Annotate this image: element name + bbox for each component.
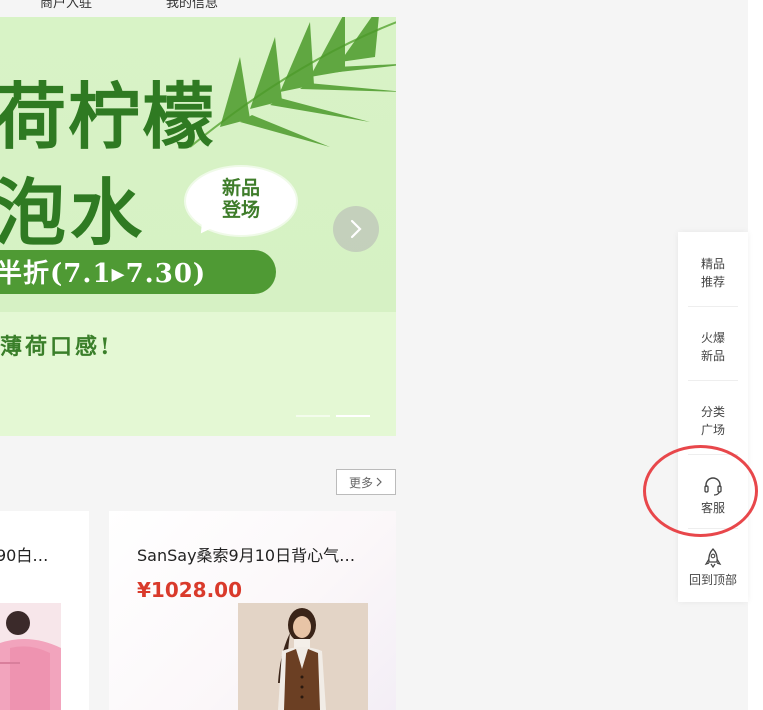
side-item-line2: 新品 [700,349,725,363]
speech-bubble-text: 新品 登场 [186,177,296,221]
side-item-line1: 精品 [700,257,725,271]
side-item-line2: 推荐 [700,275,725,289]
promo-text: 半折(7.1▸7.30) [0,259,207,289]
page-right-gutter [748,0,763,710]
side-divider [688,380,738,381]
brown-vest-photo [238,603,368,710]
pink-jacket-photo [0,603,61,710]
banner-next-button[interactable] [333,206,379,252]
nav-link-my-info[interactable]: 我的信息 [166,0,218,11]
bubble-line2: 登场 [221,199,260,221]
promo-banner[interactable]: 荷柠檬 泡水 新品 登场 半折(7.1▸7.30) 薄荷口感! [0,17,396,436]
side-item-line1: 分类 [700,405,725,419]
nav-link-merchant[interactable]: 商户入驻 [40,0,92,11]
side-divider [688,528,738,529]
product-image[interactable] [0,603,61,710]
more-button-label: 更多 [348,475,373,490]
side-item-line1: 火爆 [700,331,725,345]
banner-headline-line2: 泡水 [0,170,147,255]
product-image[interactable] [238,603,368,710]
side-divider [688,454,738,455]
carousel-dot-active[interactable] [336,415,370,417]
headset-icon [704,477,722,496]
more-button[interactable]: 更多 [336,469,396,495]
banner-subtext: 薄荷口感! [0,334,113,360]
product-card[interactable]: SanSay桑索9月10日背心气… ¥1028.00 [109,511,396,710]
product-price: ¥1028.00 [137,578,243,602]
side-item-back-to-top[interactable]: 回到顶部 [688,547,738,589]
product-title[interactable]: 90白… [0,542,48,566]
bubble-line1: 新品 [221,177,260,199]
side-item-label: 回到顶部 [688,573,737,587]
side-item-category[interactable]: 分类 广场 [688,403,738,439]
product-title[interactable]: SanSay桑索9月10日背心气… [137,542,355,566]
side-item-line2: 广场 [700,423,725,437]
chevron-right-icon [350,219,362,239]
rocket-icon [704,548,722,569]
chevron-right-icon [376,477,382,487]
carousel-dot[interactable] [296,415,330,417]
top-nav: 商户入驻 我的信息 [0,0,396,16]
side-toolbar: 精品 推荐 火爆 新品 分类 广场 客服 回到顶部 [678,232,748,602]
side-item-customer-service[interactable]: 客服 [688,475,738,517]
product-card[interactable]: 90白… [0,511,89,710]
side-item-label: 客服 [700,501,725,515]
banner-headline-line1: 荷柠檬 [0,74,217,159]
side-item-hot-new[interactable]: 火爆 新品 [688,329,738,365]
side-item-featured[interactable]: 精品 推荐 [688,255,738,291]
side-divider [688,306,738,307]
